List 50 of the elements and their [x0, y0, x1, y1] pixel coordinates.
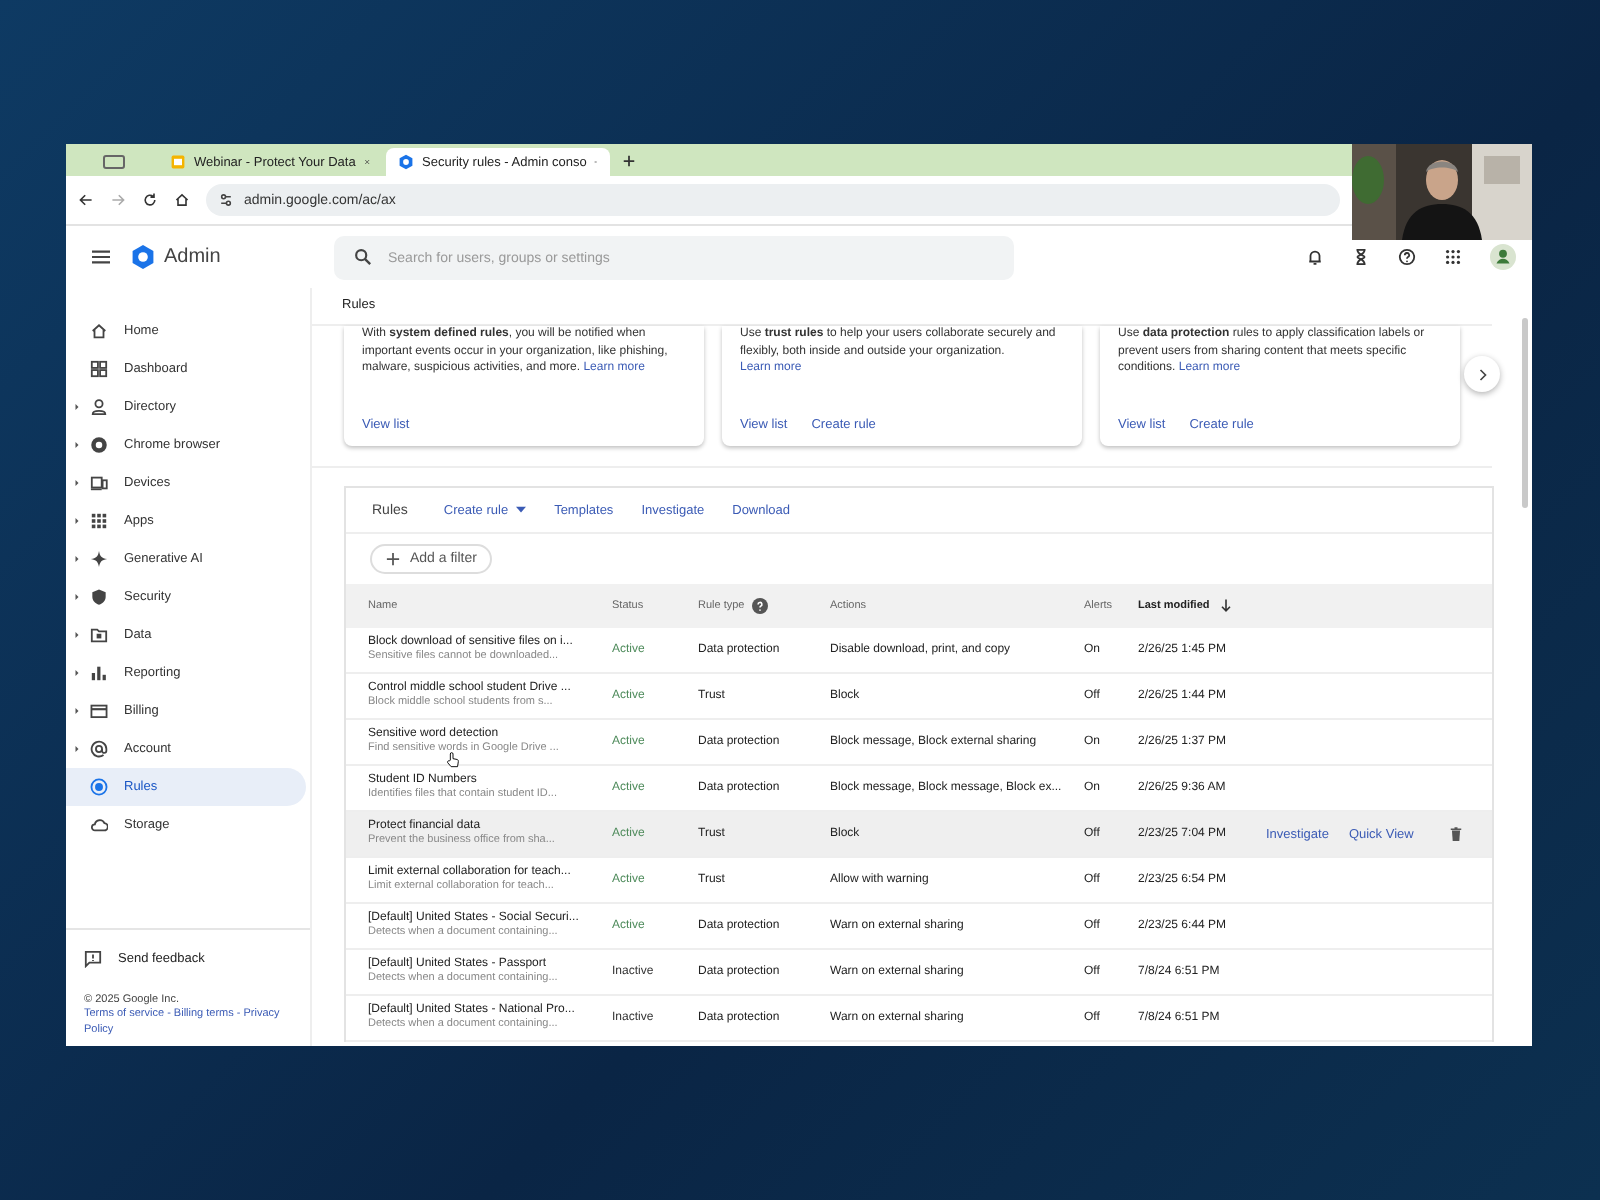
- home-icon: [90, 322, 108, 340]
- expand-arrow-icon[interactable]: [74, 744, 80, 754]
- apps-grid-icon[interactable]: [1444, 248, 1462, 266]
- feedback-icon: [84, 950, 102, 968]
- expand-arrow-icon[interactable]: [74, 706, 80, 716]
- avatar-icon[interactable]: [1490, 244, 1516, 270]
- expand-arrow-icon[interactable]: [74, 440, 80, 450]
- app-name: Admin: [164, 246, 223, 268]
- dashboard-icon: [90, 360, 108, 378]
- expand-arrow-icon[interactable]: [74, 668, 80, 678]
- help-icon[interactable]: [1398, 248, 1416, 266]
- window-icon: [102, 154, 126, 170]
- card-icon: [90, 702, 108, 720]
- chrome-icon: [90, 436, 108, 454]
- folder-icon: [90, 626, 108, 644]
- site-settings-icon[interactable]: [218, 192, 234, 208]
- expand-arrow-icon[interactable]: [74, 402, 80, 412]
- sparkle-icon: [90, 550, 108, 568]
- at-icon: [90, 740, 108, 758]
- expand-arrow-icon[interactable]: [74, 554, 80, 564]
- help-icon[interactable]: [752, 598, 769, 614]
- cloud-icon: [90, 816, 108, 834]
- devices-icon: [90, 474, 108, 492]
- hexagon-icon: [398, 154, 414, 170]
- expand-arrow-icon[interactable]: [74, 478, 80, 488]
- sort-down-icon[interactable]: [1217, 598, 1234, 614]
- expand-arrow-icon[interactable]: [74, 516, 80, 526]
- caret-icon: [516, 506, 527, 514]
- delete-icon[interactable]: [1449, 826, 1462, 842]
- apps-icon: [90, 512, 108, 530]
- scrollbar[interactable]: [1522, 318, 1528, 508]
- back-icon[interactable]: [78, 192, 94, 208]
- shield-icon: [90, 588, 108, 606]
- rules-icon: [90, 778, 108, 796]
- hourglass-icon[interactable]: [1352, 248, 1370, 266]
- menu-icon[interactable]: [90, 248, 112, 266]
- reload-icon[interactable]: [142, 192, 158, 208]
- search-icon: [354, 248, 372, 266]
- person-icon: [90, 398, 108, 416]
- slides-icon: [170, 154, 186, 170]
- expand-arrow-icon[interactable]: [74, 592, 80, 602]
- plus-icon: [386, 552, 400, 566]
- expand-arrow-icon[interactable]: [74, 630, 80, 640]
- new-tab-icon[interactable]: [622, 154, 636, 168]
- admin-logo-icon: [130, 244, 156, 270]
- hand-cursor-icon: [446, 752, 460, 768]
- home-icon[interactable]: [174, 192, 190, 208]
- chevron-right-icon: [1477, 367, 1487, 381]
- bell-icon[interactable]: [1306, 248, 1324, 266]
- chart-icon: [90, 664, 108, 682]
